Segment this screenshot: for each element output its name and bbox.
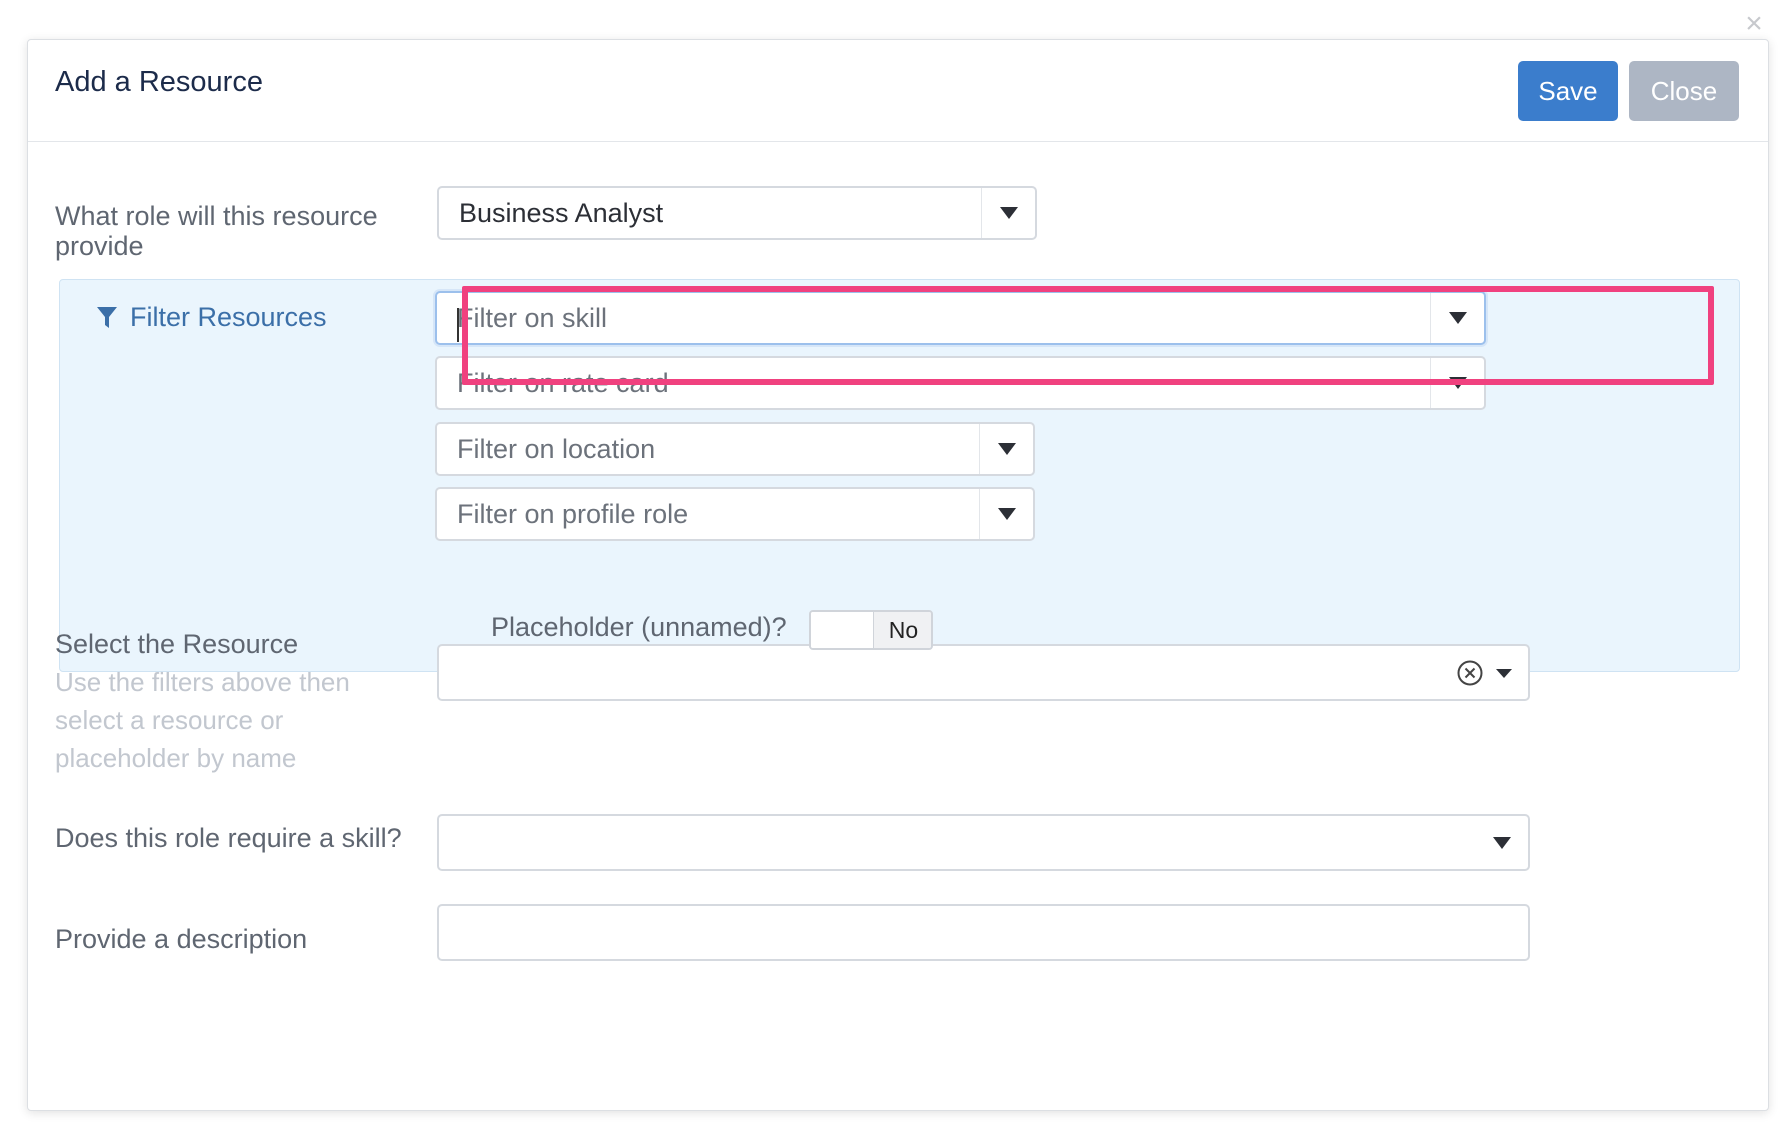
role-label: What role will this resource provide xyxy=(55,201,378,261)
caret-down-icon[interactable] xyxy=(1449,312,1467,324)
filter-icon xyxy=(97,306,117,328)
skill-required-select[interactable] xyxy=(437,814,1530,871)
caret-down-icon[interactable] xyxy=(998,443,1016,455)
location-filter-placeholder: Filter on location xyxy=(457,433,656,464)
rate-card-filter-select[interactable]: Filter on rate card xyxy=(435,356,1486,410)
add-resource-dialog: Add a Resource Save Close What role will… xyxy=(27,39,1769,1111)
save-button[interactable]: Save xyxy=(1518,61,1618,121)
role-value: Business Analyst xyxy=(459,197,664,228)
skill-filter-select[interactable]: Filter on skill xyxy=(435,291,1486,345)
caret-down-icon[interactable] xyxy=(1496,668,1512,678)
rate-card-filter-placeholder: Filter on rate card xyxy=(457,367,669,398)
clear-icon[interactable] xyxy=(1456,659,1484,687)
placeholder-toggle[interactable]: No xyxy=(809,610,933,650)
select-divider xyxy=(1430,293,1431,343)
select-divider xyxy=(979,424,980,474)
close-button[interactable]: Close xyxy=(1629,61,1739,121)
select-divider xyxy=(979,489,980,539)
caret-down-icon[interactable] xyxy=(1493,836,1511,849)
dialog-header: Add a Resource Save Close xyxy=(28,40,1768,142)
select-divider xyxy=(1430,358,1431,408)
toggle-state: No xyxy=(873,612,931,648)
filter-resources-heading: Filter Resources xyxy=(96,302,327,333)
profile-role-filter-select[interactable]: Filter on profile role xyxy=(435,487,1035,541)
dialog-title: Add a Resource xyxy=(55,66,263,98)
caret-down-icon[interactable] xyxy=(1449,377,1467,389)
caret-down-icon[interactable] xyxy=(1000,207,1018,219)
skill-filter-placeholder: Filter on skill xyxy=(457,302,608,333)
caret-down-icon[interactable] xyxy=(998,508,1016,520)
description-label: Provide a description xyxy=(55,924,308,954)
profile-role-filter-placeholder: Filter on profile role xyxy=(457,498,689,529)
resource-hint: Use the filters above then select a reso… xyxy=(55,667,350,773)
location-filter-select[interactable]: Filter on location xyxy=(435,422,1035,476)
toggle-knob xyxy=(811,612,873,648)
resource-label: Select the Resource xyxy=(55,629,299,659)
resource-select[interactable] xyxy=(437,644,1530,701)
role-select[interactable]: Business Analyst xyxy=(437,186,1037,240)
close-icon[interactable]: × xyxy=(1742,9,1766,39)
filter-title-text: Filter Resources xyxy=(130,302,327,332)
placeholder-toggle-label: Placeholder (unnamed)? xyxy=(491,612,787,642)
description-input[interactable] xyxy=(437,904,1530,961)
select-divider xyxy=(981,188,982,238)
skill-required-label: Does this role require a skill? xyxy=(55,823,402,853)
